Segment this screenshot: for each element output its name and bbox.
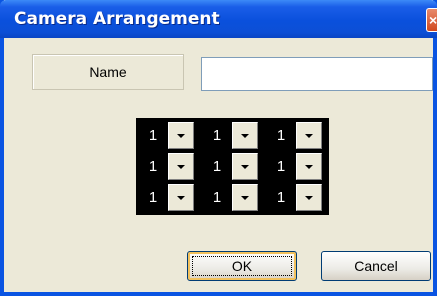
camera-dropdown-button[interactable]: [296, 153, 322, 180]
camera-cell: 1: [137, 151, 197, 181]
camera-cell: 1: [201, 182, 261, 212]
chevron-down-icon: [177, 196, 185, 200]
camera-number: 1: [268, 154, 294, 179]
camera-number: 1: [140, 154, 166, 179]
camera-number: 1: [140, 185, 166, 210]
camera-cell: 1: [265, 151, 325, 181]
camera-dropdown-button[interactable]: [296, 122, 322, 149]
ok-button[interactable]: OK: [187, 251, 297, 281]
camera-number: 1: [268, 185, 294, 210]
camera-cell: 1: [265, 120, 325, 150]
camera-dropdown-button[interactable]: [232, 153, 258, 180]
camera-dropdown-button[interactable]: [232, 184, 258, 211]
chevron-down-icon: [305, 134, 313, 138]
window-title: Camera Arrangement: [14, 9, 220, 29]
title-bar: Camera Arrangement ×: [0, 0, 437, 38]
chevron-down-icon: [241, 196, 249, 200]
chevron-down-icon: [177, 134, 185, 138]
close-icon[interactable]: ×: [426, 8, 437, 32]
chevron-down-icon: [305, 165, 313, 169]
camera-number: 1: [268, 123, 294, 148]
camera-number: 1: [204, 123, 230, 148]
camera-number: 1: [204, 185, 230, 210]
name-label: Name: [32, 54, 184, 90]
camera-dropdown-button[interactable]: [168, 153, 194, 180]
name-input[interactable]: [201, 57, 433, 91]
chevron-down-icon: [241, 134, 249, 138]
camera-number: 1: [204, 154, 230, 179]
focus-rect: [192, 256, 292, 276]
camera-cell: 1: [137, 182, 197, 212]
camera-cell: 1: [265, 182, 325, 212]
chevron-down-icon: [177, 165, 185, 169]
camera-cell: 1: [137, 120, 197, 150]
camera-dropdown-button[interactable]: [296, 184, 322, 211]
cancel-button[interactable]: Cancel: [321, 251, 431, 281]
camera-arrangement-dialog: Camera Arrangement × Name 1 1 1 1 1 1 1 1 1 OK C…: [0, 0, 437, 296]
chevron-down-icon: [305, 196, 313, 200]
camera-cell: 1: [201, 120, 261, 150]
camera-cell: 1: [201, 151, 261, 181]
camera-grid: 1 1 1 1 1 1 1 1 1: [136, 118, 329, 215]
camera-dropdown-button[interactable]: [168, 184, 194, 211]
camera-number: 1: [140, 123, 166, 148]
chevron-down-icon: [241, 165, 249, 169]
camera-dropdown-button[interactable]: [232, 122, 258, 149]
camera-dropdown-button[interactable]: [168, 122, 194, 149]
